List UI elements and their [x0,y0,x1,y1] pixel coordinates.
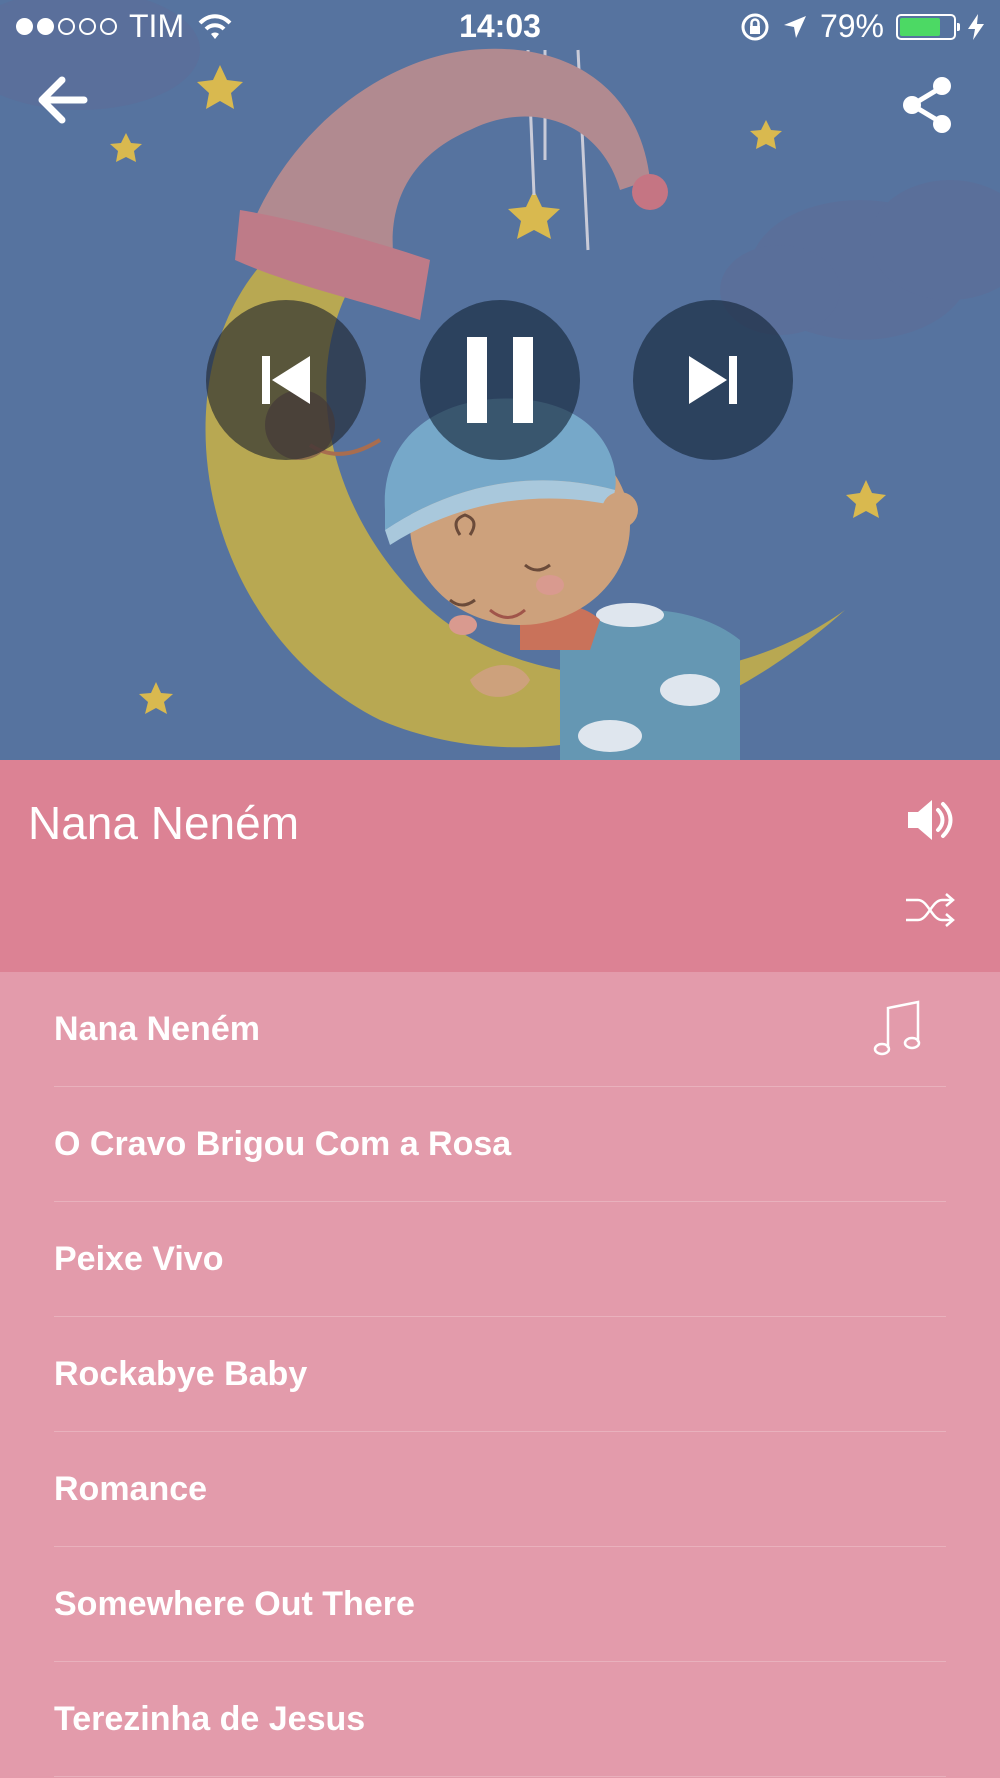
playlist-item[interactable]: Rockabye Baby [54,1317,946,1432]
status-bar: TIM 14:03 79% [0,0,1000,56]
battery-icon [896,13,960,40]
track-name: Nana Neném [54,1010,260,1048]
pause-button[interactable] [420,300,580,460]
track-name: Romance [54,1470,208,1508]
volume-button[interactable] [904,794,956,846]
track-name: Terezinha de Jesus [54,1700,366,1738]
share-icon [903,77,951,133]
playlist: Nana Neném O Cravo Brigou Com a Rosa Pei… [0,972,1000,1778]
location-arrow-icon [783,15,806,38]
shuffle-icon [906,893,955,927]
skip-previous-icon [262,356,310,404]
album-artwork: TIM 14:03 79% [0,0,1000,760]
next-button[interactable] [633,300,793,460]
charging-bolt-icon [968,13,984,40]
playlist-item[interactable]: Peixe Vivo [54,1202,946,1317]
track-name: Rockabye Baby [54,1355,308,1393]
now-playing-bar: Nana Neném [0,760,1000,972]
shuffle-button[interactable] [904,890,956,930]
track-name: Somewhere Out There [54,1585,415,1623]
skip-next-icon [689,356,737,404]
pause-icon [467,337,533,423]
track-name: O Cravo Brigou Com a Rosa [54,1125,512,1163]
playlist-item[interactable]: Somewhere Out There [54,1547,946,1662]
playlist-item[interactable]: Nana Neném [54,972,946,1087]
speaker-icon [908,800,953,840]
share-button[interactable] [898,75,962,139]
previous-button[interactable] [206,300,366,460]
playlist-item[interactable]: O Cravo Brigou Com a Rosa [54,1087,946,1202]
track-name: Peixe Vivo [54,1240,224,1278]
arrow-left-icon [38,76,88,124]
battery-percent: 79% [819,8,884,44]
orientation-lock-icon [741,13,769,40]
playlist-item[interactable]: Romance [54,1432,946,1547]
back-button[interactable] [32,70,96,134]
playlist-item[interactable]: Terezinha de Jesus [54,1662,946,1777]
music-note-icon [873,1000,921,1056]
now-playing-title: Nana Neném [28,797,300,849]
